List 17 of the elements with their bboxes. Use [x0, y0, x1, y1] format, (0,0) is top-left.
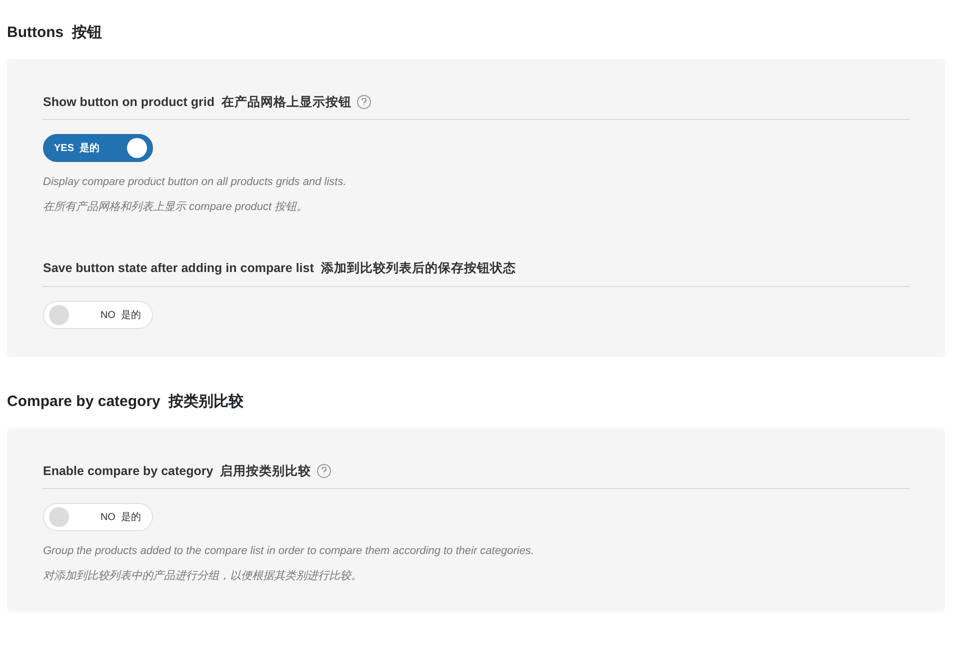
field-description: 对添加到比较列表中的产品进行分组，以便根据其类别进行比较。	[43, 568, 363, 584]
field-label: Save button state after adding in compare list 添加到比较列表后的保存按钮状态	[43, 260, 516, 278]
toggle-knob	[49, 507, 69, 528]
help-icon[interactable]	[317, 464, 332, 478]
section-heading: Buttons 按钮	[7, 23, 103, 43]
field-description: 在所有产品网格和列表上显示 compare product 按钮。	[43, 200, 309, 215]
field-label: Enable compare by category 启用按类别比较	[43, 462, 312, 480]
toggle-switch[interactable]: NO 是的	[43, 301, 153, 329]
toggle-knob	[49, 305, 69, 325]
help-icon[interactable]	[357, 94, 372, 109]
field-description: Group the products added to the compare list in order to compare them according to their categories.	[43, 544, 535, 560]
toggle-switch[interactable]: YES 是的	[43, 134, 153, 162]
field-description: Display compare product button on all products grids and lists.	[43, 175, 348, 190]
toggle-knob	[127, 138, 147, 158]
field-label: Show button on product grid 在产品网格上显示按钮	[43, 94, 352, 111]
section-heading: Compare by category 按类别比较	[7, 392, 245, 412]
toggle-switch[interactable]: NO 是的	[43, 503, 153, 532]
